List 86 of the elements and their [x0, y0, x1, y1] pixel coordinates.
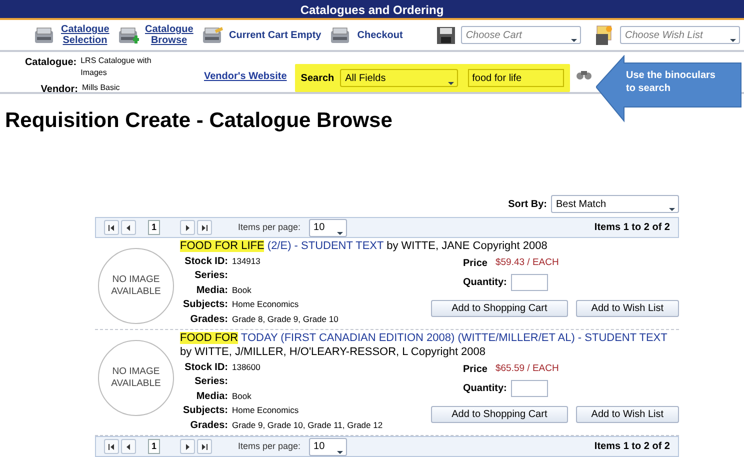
quantity-label: Quantity:	[463, 276, 507, 290]
items-per-page-label: Items per page:	[238, 440, 301, 454]
last-page-button[interactable]	[197, 220, 212, 236]
field-value: LRS Catalogue with Images	[80, 55, 152, 79]
bar-triangle-icon	[108, 224, 115, 232]
product-title[interactable]: FOOD FOR LIFE (2/E) - STUDENT TEXT by WITTE, JANE Copyright 2008	[180, 240, 679, 254]
caret-icon	[336, 450, 343, 454]
page-number[interactable]: 1	[148, 439, 160, 454]
field-value: Book	[232, 284, 252, 297]
caret-icon	[336, 232, 343, 235]
field-label: Grades:	[189, 312, 228, 327]
triangle-icon	[125, 224, 132, 232]
items-per-page-select[interactable]: 10	[308, 218, 347, 237]
caret-icon	[669, 208, 675, 212]
quantity-input[interactable]	[510, 380, 548, 397]
previous-page-button[interactable]	[121, 220, 136, 236]
field-value: Home Economics	[232, 404, 299, 418]
items-summary: Items 1 to 2 of 2	[594, 221, 670, 236]
field-value: 138600	[232, 360, 260, 374]
field-label: Vendor:	[40, 83, 78, 97]
price-label: Price	[463, 362, 488, 377]
field-value: Book	[232, 390, 252, 403]
machine-pencil-icon	[201, 26, 225, 44]
triangle-icon	[184, 224, 191, 232]
search-label: Search	[300, 72, 334, 86]
triangle-icon	[184, 442, 191, 451]
items-summary: Items 1 to 2 of 2	[594, 440, 670, 454]
toolbar-link[interactable]: Current Cart Empty	[229, 30, 322, 40]
search-field-select[interactable]: All Fields	[340, 69, 458, 87]
field-label: Series:	[194, 375, 228, 390]
first-page-button[interactable]	[104, 439, 119, 454]
toolbar-link[interactable]: Catalogue Selection	[61, 24, 109, 46]
field-value: Grade 8, Grade 9, Grade 10	[232, 312, 338, 326]
price-value: $59.43 / EACH	[495, 256, 559, 270]
window-title: Catalogues and Ordering	[0, 0, 744, 20]
add-to-wish-list-button[interactable]: Add to Wish List	[576, 406, 679, 423]
items-per-page-label: Items per page:	[238, 220, 301, 234]
next-page-button[interactable]	[180, 220, 195, 236]
page-number[interactable]: 1	[148, 220, 160, 236]
previous-page-button[interactable]	[121, 439, 136, 454]
search-input[interactable]: food for life	[468, 69, 564, 87]
no-image-text: NO IMAGE AVAILABLE	[110, 366, 162, 391]
vendor-link[interactable]: Vendor's Website	[204, 69, 287, 84]
wish-list-select[interactable]: Choose Wish List	[620, 26, 740, 44]
first-page-button[interactable]	[104, 220, 119, 236]
field-value: Grade 9, Grade 10, Grade 11, Grade 12	[232, 418, 383, 432]
product-title[interactable]: FOOD FOR TODAY (FIRST CANADIAN EDITION 2008) (WITTE/MILLER/ET AL) - STUDENT TEXT by WITTE, J/MILLER, H/O'LEARY-RESSOR, L Copyright 2008	[180, 332, 679, 360]
field-label: Subjects:	[182, 404, 228, 418]
field-value: Home Economics	[232, 298, 299, 312]
next-page-button[interactable]	[180, 439, 195, 454]
quantity-label: Quantity:	[463, 382, 507, 396]
toolbar-link[interactable]: Catalogue Browse	[145, 24, 193, 46]
field-value: Mills Basic	[82, 82, 120, 94]
price-value: $65.59 / EACH	[495, 362, 559, 376]
add-to-cart-button[interactable]: Add to Shopping Cart	[431, 300, 568, 317]
bar-triangle-icon	[108, 442, 115, 451]
caret-icon	[448, 82, 454, 85]
cart-select[interactable]: Choose Cart	[460, 26, 581, 44]
add-to-cart-button[interactable]: Add to Shopping Cart	[431, 406, 568, 423]
field-label: Media:	[195, 284, 228, 298]
binoculars-icon[interactable]	[576, 70, 592, 80]
no-image-text: NO IMAGE AVAILABLE	[110, 274, 162, 299]
sort-label: Sort By:	[508, 198, 547, 212]
price-label: Price	[463, 256, 488, 271]
field-value: 134913	[232, 254, 260, 268]
field-label: Series:	[194, 269, 228, 284]
items-per-page-select[interactable]: 10	[308, 438, 347, 456]
add-to-wish-list-button[interactable]: Add to Wish List	[576, 300, 679, 317]
field-label: Subjects:	[182, 298, 228, 312]
caret-icon	[570, 38, 577, 42]
sort-select[interactable]: Best Match	[551, 195, 679, 214]
field-label: Catalogue:	[24, 56, 77, 70]
field-label: Stock ID:	[184, 254, 228, 269]
toolbar-link[interactable]: Checkout	[357, 30, 403, 40]
triangle-icon	[125, 442, 132, 451]
field-label: Stock ID:	[184, 360, 228, 375]
field-label: Media:	[195, 390, 228, 404]
machine-plus-icon	[117, 26, 141, 44]
bar-triangle-icon	[201, 442, 208, 451]
page-heading: Requisition Create - Catalogue Browse	[5, 108, 394, 134]
last-page-button[interactable]	[197, 439, 212, 454]
quantity-input[interactable]	[510, 274, 548, 291]
caret-icon	[730, 38, 736, 42]
callout-text: Use the binoculars to search	[626, 70, 716, 95]
bar-triangle-icon	[201, 224, 208, 232]
field-label: Grades:	[189, 418, 228, 433]
